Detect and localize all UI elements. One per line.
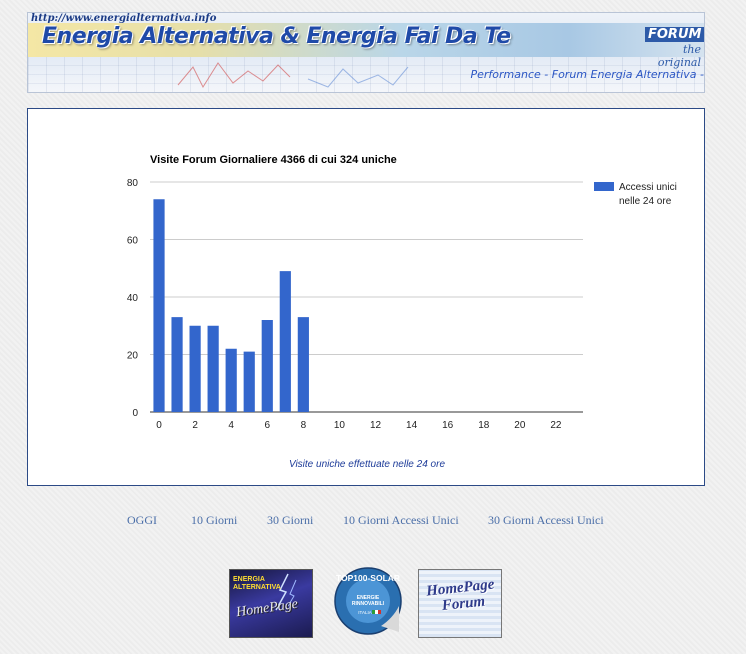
chart-legend: Accessi unici nelle 24 ore (594, 182, 680, 207)
chart-y-axis: 0 20 40 60 80 (127, 178, 139, 419)
legend-label-line1: Accessi unici (619, 182, 677, 193)
bar-chart: Visite Forum Giornaliere 4366 di cui 324… (127, 154, 680, 470)
chart-title: Visite Forum Giornaliere 4366 di cui 324… (150, 154, 397, 166)
bar (153, 199, 165, 412)
bar (207, 325, 219, 412)
x-tick-label: 12 (370, 420, 382, 431)
homepage-forum-badge[interactable]: HomePage Forum (418, 569, 502, 638)
y-tick-label: 60 (127, 236, 139, 247)
bar (261, 320, 273, 412)
bar (225, 348, 237, 412)
banner-subtitle: Performance - Forum Energia Alternativa … (470, 68, 705, 81)
x-tick-label: 10 (334, 420, 346, 431)
x-tick-label: 8 (301, 420, 307, 431)
forum-logo-tagline: the original (657, 43, 701, 69)
solar-badge-mid2: RINNOVABILI (352, 601, 385, 607)
x-tick-label: 20 (514, 420, 526, 431)
x-tick-label: 14 (406, 420, 418, 431)
period-nav: OGGI 10 Giorni 30 Giorni 10 Giorni Acces… (0, 513, 746, 531)
legend-label-line2: nelle 24 ore (619, 196, 672, 207)
chart-bars (153, 199, 309, 412)
chart-panel: Visite Forum Giornaliere 4366 di cui 324… (27, 108, 705, 486)
chart-x-axis: 0 2 4 6 8 10 12 14 16 18 20 22 (156, 420, 562, 431)
bar (243, 351, 255, 412)
x-tick-label: 18 (478, 420, 490, 431)
svg-text:Accessi unici nelle 24: Accessi unici nelle 24 ore (619, 182, 680, 207)
site-banner[interactable]: http://www.energialternativa.info Energi… (27, 12, 705, 93)
homepage-energia-alternativa-badge[interactable]: ENERGIA ALTERNATIVA HomePage (229, 569, 313, 638)
forum-badge-title: HomePage Forum (426, 577, 497, 616)
x-tick-label: 0 (156, 420, 162, 431)
y-tick-label: 80 (127, 178, 139, 189)
solar-badge-bottom: ITALIA (358, 610, 371, 615)
nav-link-10-giorni[interactable]: 10 Giorni (191, 513, 237, 528)
forum-logo: FORUM the original (645, 25, 704, 69)
bar (171, 317, 183, 412)
forum-logo-label: FORUM (645, 27, 704, 42)
y-tick-label: 40 (127, 293, 139, 304)
banner-title: Energia Alternativa & Energia Fai Da Te (42, 24, 511, 49)
nav-link-oggi[interactable]: OGGI (127, 513, 157, 528)
nav-link-30-giorni[interactable]: 30 Giorni (267, 513, 313, 528)
homepage-badge-line2: ALTERNATIVA (233, 584, 281, 591)
x-tick-label: 2 (192, 420, 198, 431)
x-tick-label: 16 (442, 420, 454, 431)
nav-link-10-giorni-accessi-unici[interactable]: 10 Giorni Accessi Unici (343, 513, 459, 528)
x-tick-label: 22 (550, 420, 562, 431)
legend-swatch (594, 182, 614, 191)
y-tick-label: 20 (127, 351, 139, 362)
nav-link-30-giorni-accessi-unici[interactable]: 30 Giorni Accessi Unici (488, 513, 604, 528)
y-tick-label: 0 (132, 408, 138, 419)
homepage-badge-caption: ENERGIA ALTERNATIVA (233, 576, 281, 592)
homepage-badge-line1: ENERGIA (233, 576, 265, 583)
chart-x-axis-label: Visite uniche effettuate nelle 24 ore (289, 459, 445, 470)
x-tick-label: 6 (264, 420, 270, 431)
bar (189, 325, 201, 412)
solar-seal-icon: TOP100-SOLAR ENERGIE RINNOVABILI ITALIA (334, 567, 402, 635)
bar (279, 271, 291, 412)
x-tick-label: 4 (228, 420, 234, 431)
banner-url: http://www.energialternativa.info (31, 13, 217, 24)
bar (297, 317, 309, 412)
solar-badge-top: TOP100-SOLAR (336, 573, 400, 583)
top100-solar-badge[interactable]: TOP100-SOLAR ENERGIE RINNOVABILI ITALIA (333, 566, 403, 636)
